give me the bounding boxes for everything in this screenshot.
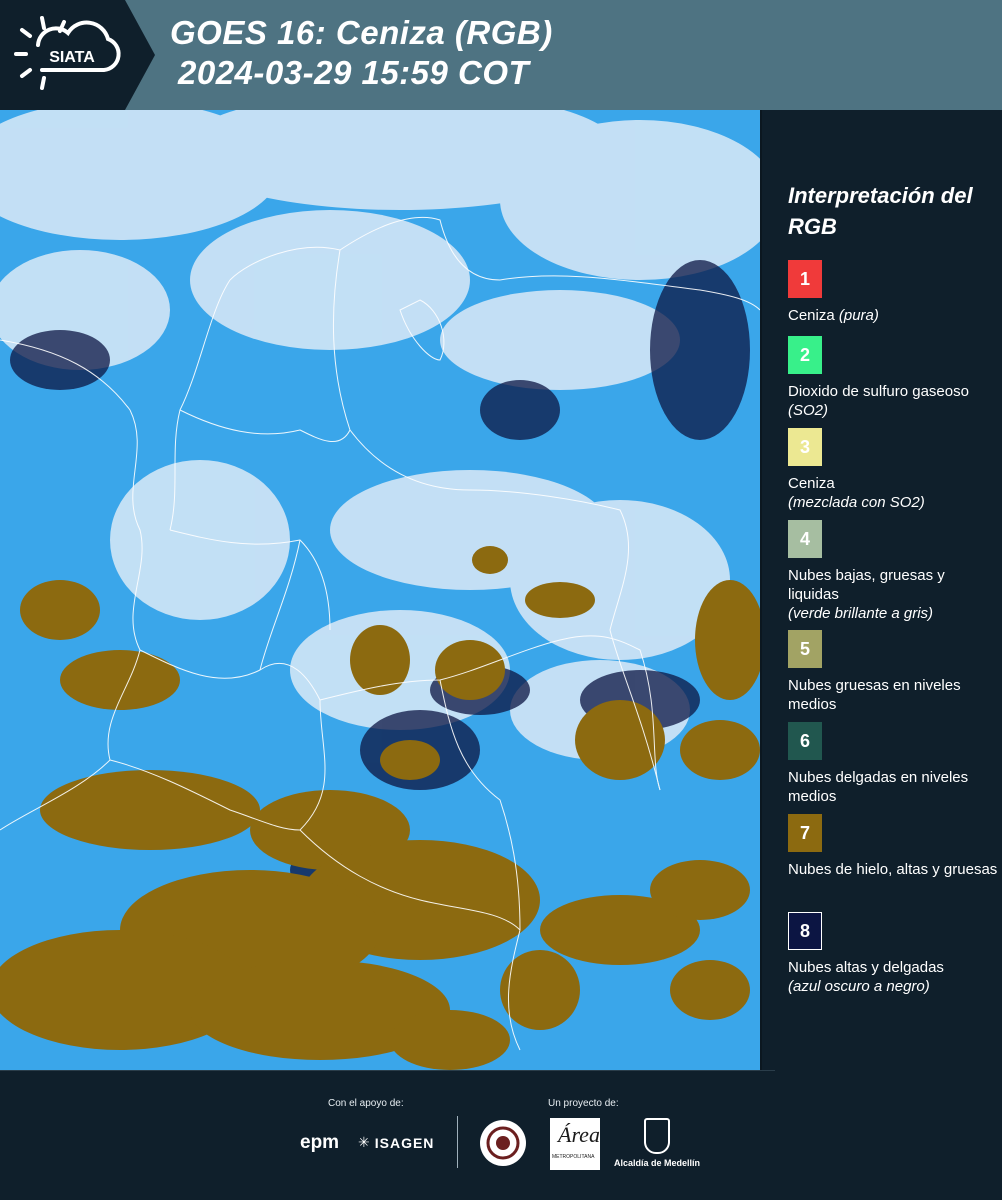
legend-swatch-5: 5 bbox=[788, 630, 822, 668]
isagen-icon: ✳ bbox=[358, 1134, 371, 1150]
legend-item-1: 1 Ceniza (pura) bbox=[788, 260, 998, 325]
seal-icon bbox=[480, 1120, 526, 1166]
timestamp: 2024-03-29 15:59 COT bbox=[178, 54, 530, 91]
header-bar: SIATA GOES 16: Ceniza (RGB) 2024-03-29 1… bbox=[0, 0, 1002, 110]
legend-swatch-2: 2 bbox=[788, 336, 822, 374]
satellite-map[interactable] bbox=[0, 110, 762, 1070]
alcaldia-medellin-logo[interactable]: Alcaldía de Medellín bbox=[612, 1118, 702, 1168]
legend-label: Nubes bajas, gruesas y liquidas bbox=[788, 567, 945, 603]
sun-cloud-icon: SIATA bbox=[14, 16, 121, 90]
footer-divider bbox=[0, 1070, 775, 1071]
legend-label: Ceniza bbox=[788, 307, 835, 324]
legend-swatch-4: 4 bbox=[788, 520, 822, 558]
support-label: Con el apoyo de: bbox=[328, 1098, 404, 1109]
legend-label: Nubes gruesas en niveles medios bbox=[788, 677, 961, 713]
legend-label: Dioxido de sulfuro gaseoso bbox=[788, 383, 969, 400]
legend-label: Ceniza bbox=[788, 475, 835, 492]
legend-label: Nubes de hielo, altas y gruesas bbox=[788, 861, 998, 878]
siata-logo[interactable]: SIATA bbox=[0, 0, 155, 110]
legend-item-4: 4 Nubes bajas, gruesas y liquidas (verde … bbox=[788, 520, 998, 623]
legend-swatch-8: 8 bbox=[788, 912, 822, 950]
shield-icon bbox=[644, 1118, 670, 1154]
page-title: GOES 16: Ceniza (RGB) bbox=[170, 14, 553, 51]
epm-logo[interactable]: epm bbox=[300, 1132, 339, 1154]
legend-item-5: 5 Nubes gruesas en niveles medios bbox=[788, 630, 998, 714]
project-label: Un proyecto de: bbox=[548, 1098, 619, 1109]
legend-item-3: 3 Ceniza (mezclada con SO2) bbox=[788, 428, 998, 512]
legend-label: Nubes altas y delgadas bbox=[788, 959, 944, 976]
legend-label: Nubes delgadas en niveles medios bbox=[788, 769, 969, 805]
municipal-seal-logo[interactable] bbox=[478, 1118, 528, 1173]
legend-item-8: 8 Nubes altas y delgadas (azul oscuro a n… bbox=[788, 912, 998, 996]
isagen-logo[interactable]: ✳ ISAGEN bbox=[358, 1134, 434, 1151]
logo-divider bbox=[457, 1116, 458, 1168]
legend-note: (pura) bbox=[838, 307, 879, 324]
legend-note: (verde brillante a gris) bbox=[788, 605, 934, 622]
legend-note: (SO2) bbox=[788, 402, 829, 419]
footer: Con el apoyo de: Un proyecto de: epm ✳ I… bbox=[0, 1070, 1002, 1200]
area-metropolitana-logo[interactable]: Área METROPOLITANA bbox=[550, 1118, 600, 1170]
legend-note: (azul oscuro a negro) bbox=[788, 978, 930, 995]
legend-item-7: 7 Nubes de hielo, altas y gruesas bbox=[788, 814, 998, 879]
legend-swatch-3: 3 bbox=[788, 428, 822, 466]
svg-text:SIATA: SIATA bbox=[49, 49, 95, 66]
legend-item-6: 6 Nubes delgadas en niveles medios bbox=[788, 722, 998, 806]
map-canvas bbox=[0, 110, 760, 1070]
legend-swatch-6: 6 bbox=[788, 722, 822, 760]
legend-swatch-7: 7 bbox=[788, 814, 822, 852]
legend-swatch-1: 1 bbox=[788, 260, 822, 298]
legend-note: (mezclada con SO2) bbox=[788, 494, 925, 511]
legend-title: Interpretación del RGB bbox=[788, 183, 973, 239]
legend-item-2: 2 Dioxido de sulfuro gaseoso (SO2) bbox=[788, 336, 998, 420]
legend-panel: Interpretación del RGB 1 Ceniza (pura) 2… bbox=[762, 110, 1002, 1070]
